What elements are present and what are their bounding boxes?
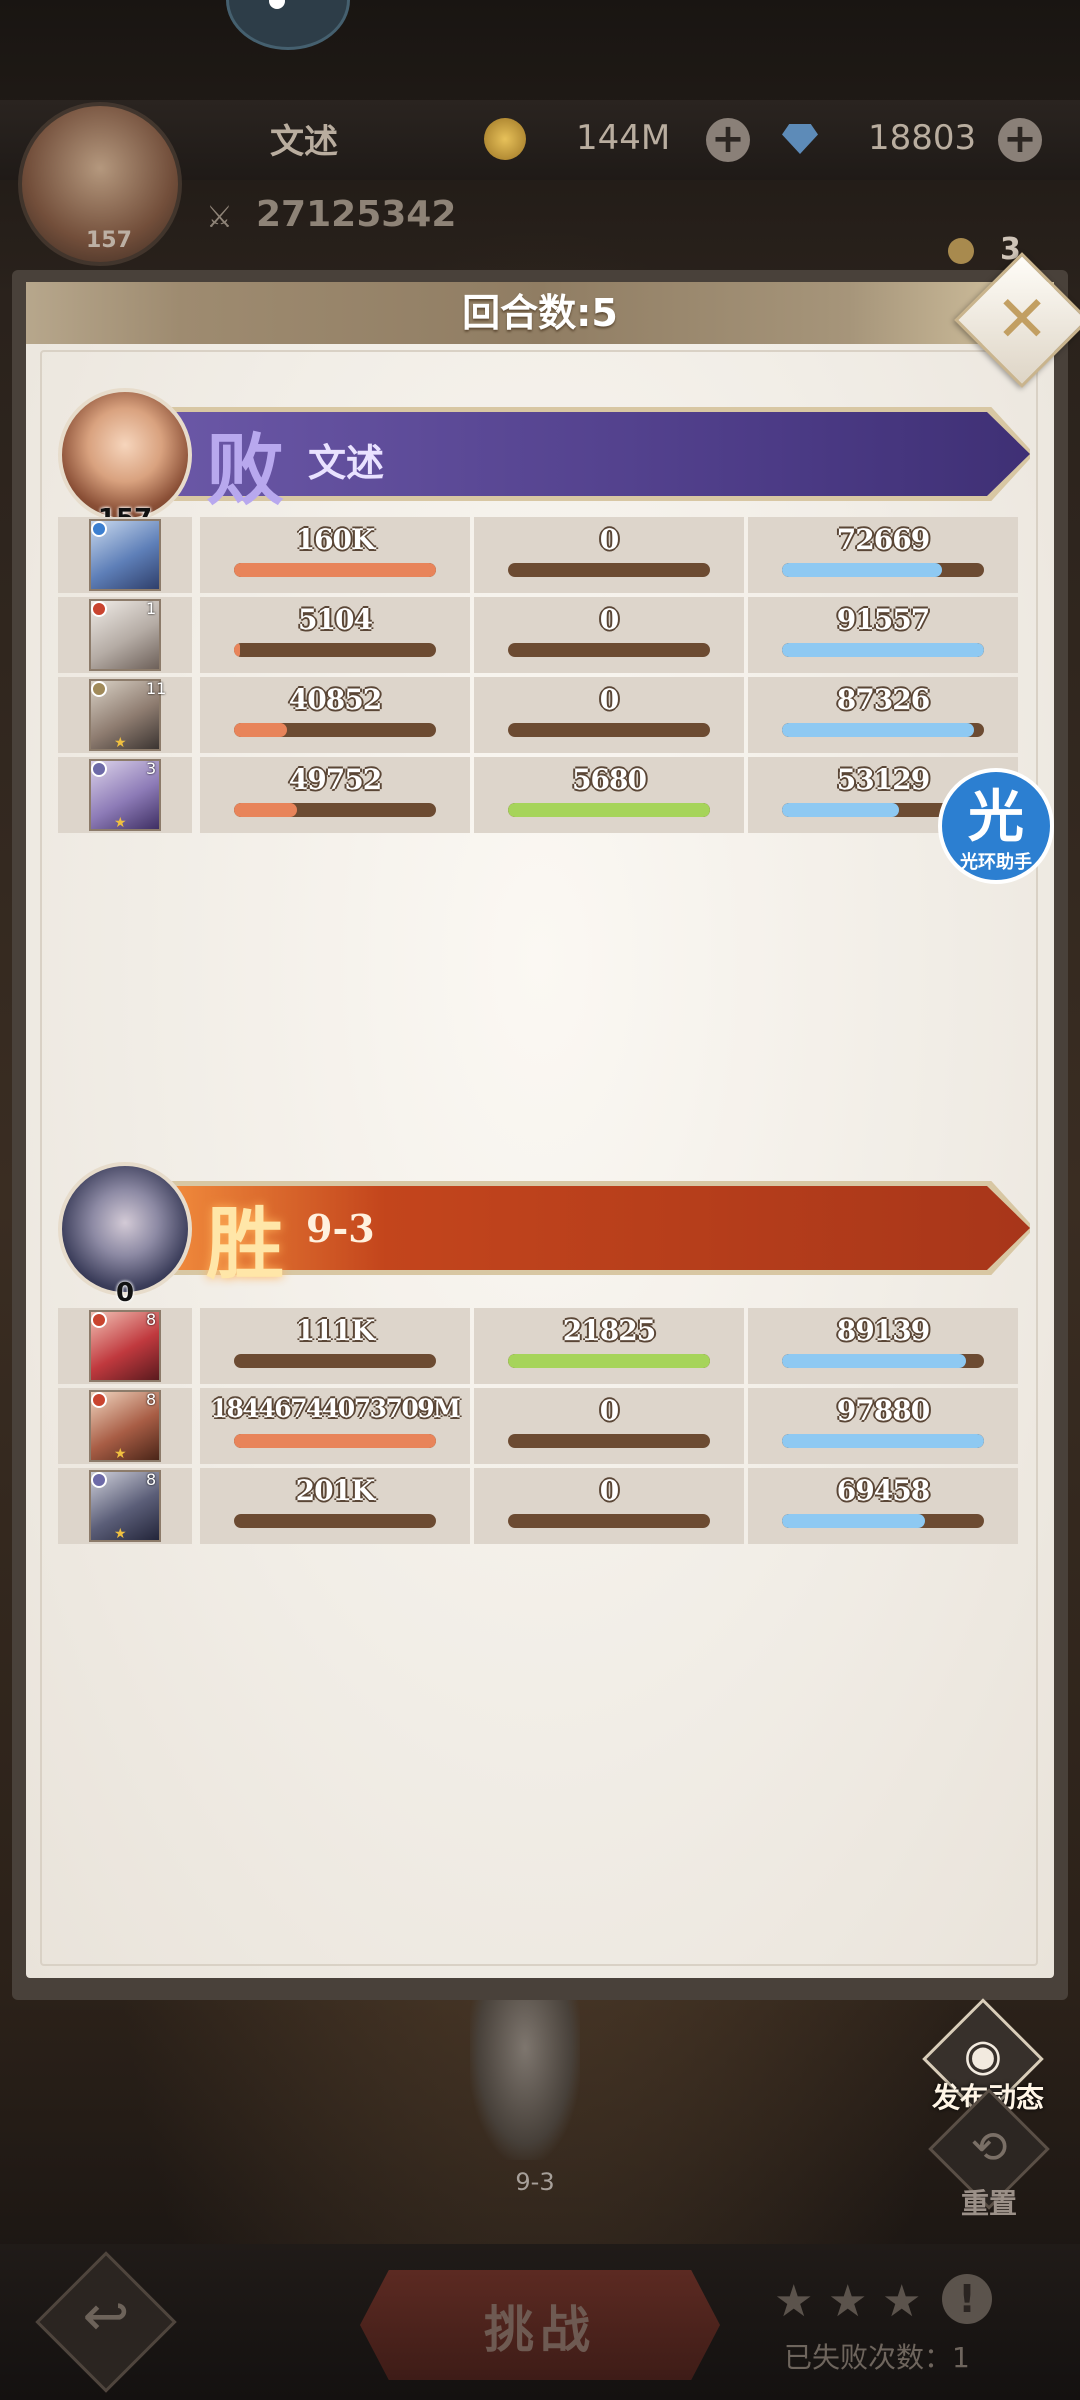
halo-assistant-icon[interactable]: 光 bbox=[938, 772, 1054, 853]
damage-value: 160K bbox=[295, 523, 376, 556]
hero-level: 8 bbox=[146, 1470, 157, 1489]
moon-element-icon bbox=[91, 761, 107, 777]
star-icon: ★ bbox=[114, 1446, 127, 1462]
stage-label: 9-3 bbox=[515, 2168, 555, 2196]
hp-value: 72669 bbox=[836, 523, 930, 556]
hero-level: 8 bbox=[146, 1390, 157, 1409]
damage-bar bbox=[234, 643, 436, 657]
challenge-label[interactable]: 挑战 bbox=[360, 2290, 720, 2362]
add-gold-button[interactable]: + bbox=[706, 118, 750, 162]
heal-value: 5680 bbox=[572, 763, 647, 796]
heal-bar bbox=[508, 643, 710, 657]
win-team-banner bbox=[170, 1186, 1030, 1270]
sword-icon: ⚔ bbox=[206, 200, 233, 235]
star-icon: ★ bbox=[114, 1526, 127, 1542]
table-row: 160K 0 72669 bbox=[58, 517, 1018, 593]
table-row: 8 ★ 18446744073709M 0 97880 bbox=[58, 1388, 1018, 1464]
hp-value: 87326 bbox=[836, 683, 930, 716]
table-row: 8 ★ 201K 0 69458 bbox=[58, 1468, 1018, 1544]
hp-bar bbox=[782, 1434, 984, 1448]
fire-element-icon bbox=[91, 1312, 107, 1328]
win-team-leader-level: 0 bbox=[115, 1278, 135, 1308]
gem-amount: 18803 bbox=[868, 118, 977, 158]
camera-icon[interactable]: ◉ bbox=[940, 2030, 1026, 2081]
heal-bar bbox=[508, 1434, 710, 1448]
damage-value: 49752 bbox=[288, 763, 382, 796]
damage-bar bbox=[234, 1514, 436, 1528]
star-icon: ★ bbox=[114, 735, 127, 751]
player-name: 文述 bbox=[270, 122, 338, 162]
star-icon: ★ bbox=[774, 2276, 814, 2327]
damage-bar bbox=[234, 803, 436, 817]
fire-element-icon bbox=[91, 1392, 107, 1408]
water-element-icon bbox=[91, 521, 107, 537]
heal-value: 0 bbox=[599, 1394, 619, 1427]
round-count-title: 回合数:5 bbox=[462, 291, 618, 335]
close-icon[interactable]: ✕ bbox=[974, 272, 1070, 368]
heal-bar bbox=[508, 1514, 710, 1528]
lose-team-leader-avatar[interactable] bbox=[58, 388, 192, 522]
add-gems-button[interactable]: + bbox=[998, 118, 1042, 162]
damage-value: 5104 bbox=[298, 603, 373, 636]
damage-value: 111K bbox=[295, 1314, 376, 1347]
hero-level: 8 bbox=[146, 1310, 157, 1329]
hp-value: 89139 bbox=[836, 1314, 930, 1347]
heal-value: 0 bbox=[599, 523, 619, 556]
damage-bar bbox=[234, 1434, 436, 1448]
win-team-name: 9-3 bbox=[306, 1206, 375, 1251]
defeat-label: 败 bbox=[206, 425, 285, 516]
star-icon: ★ bbox=[828, 2276, 868, 2327]
table-row: 8 111K 21825 89139 bbox=[58, 1308, 1018, 1384]
player-level: 157 bbox=[86, 228, 132, 253]
table-row: 1 5104 0 91557 bbox=[58, 597, 1018, 673]
gold-amount: 144M bbox=[576, 118, 671, 158]
hp-bar bbox=[782, 1354, 984, 1368]
warning-icon[interactable]: ! bbox=[942, 2274, 992, 2324]
win-team-leader-avatar[interactable] bbox=[58, 1162, 192, 1296]
lose-team-name: 文述 bbox=[308, 440, 385, 485]
heal-value: 0 bbox=[599, 603, 619, 636]
heal-bar bbox=[508, 723, 710, 737]
hp-bar bbox=[782, 1514, 984, 1528]
damage-bar bbox=[234, 563, 436, 577]
fire-element-icon bbox=[91, 601, 107, 617]
heal-bar bbox=[508, 1354, 710, 1368]
damage-bar bbox=[234, 1354, 436, 1368]
table-row: 3 ★ 49752 5680 53129 bbox=[58, 757, 1018, 833]
hp-value: 69458 bbox=[836, 1474, 930, 1507]
damage-bar bbox=[234, 723, 436, 737]
combat-power: 27125342 bbox=[256, 194, 457, 235]
hero-level: 1 bbox=[146, 599, 157, 618]
refresh-icon[interactable]: ⟲ bbox=[946, 2122, 1032, 2173]
reset-label[interactable]: 重置 bbox=[946, 2182, 1032, 2222]
fail-count: 已失败次数：1 bbox=[784, 2341, 970, 2374]
damage-value: 201K bbox=[295, 1474, 376, 1507]
star-icon: ★ bbox=[882, 2276, 922, 2327]
damage-value: 18446744073709M bbox=[210, 1394, 461, 1423]
hp-bar bbox=[782, 563, 984, 577]
hp-value: 97880 bbox=[836, 1394, 930, 1427]
heal-value: 0 bbox=[599, 1474, 619, 1507]
heal-value: 21825 bbox=[562, 1314, 656, 1347]
halo-assistant-label[interactable]: 光环助手 bbox=[938, 848, 1054, 874]
hp-bar bbox=[782, 643, 984, 657]
hp-value: 91557 bbox=[836, 603, 930, 636]
hero-level: 11 bbox=[146, 679, 167, 698]
damage-value: 40852 bbox=[288, 683, 382, 716]
coin-icon bbox=[484, 118, 526, 160]
stage-character bbox=[470, 2000, 580, 2160]
moon-element-icon bbox=[91, 1472, 107, 1488]
victory-label: 胜 bbox=[206, 1199, 285, 1290]
back-arrow-icon[interactable]: ↩ bbox=[56, 2284, 156, 2349]
key-icon bbox=[948, 238, 974, 264]
earth-element-icon bbox=[91, 681, 107, 697]
lose-team-banner bbox=[170, 412, 1030, 496]
table-row: 11 ★ 40852 0 87326 bbox=[58, 677, 1018, 753]
hp-bar bbox=[782, 723, 984, 737]
hero-level: 3 bbox=[146, 759, 157, 778]
heal-bar bbox=[508, 563, 710, 577]
star-icon: ★ bbox=[114, 815, 127, 831]
heal-bar bbox=[508, 803, 710, 817]
heal-value: 0 bbox=[599, 683, 619, 716]
